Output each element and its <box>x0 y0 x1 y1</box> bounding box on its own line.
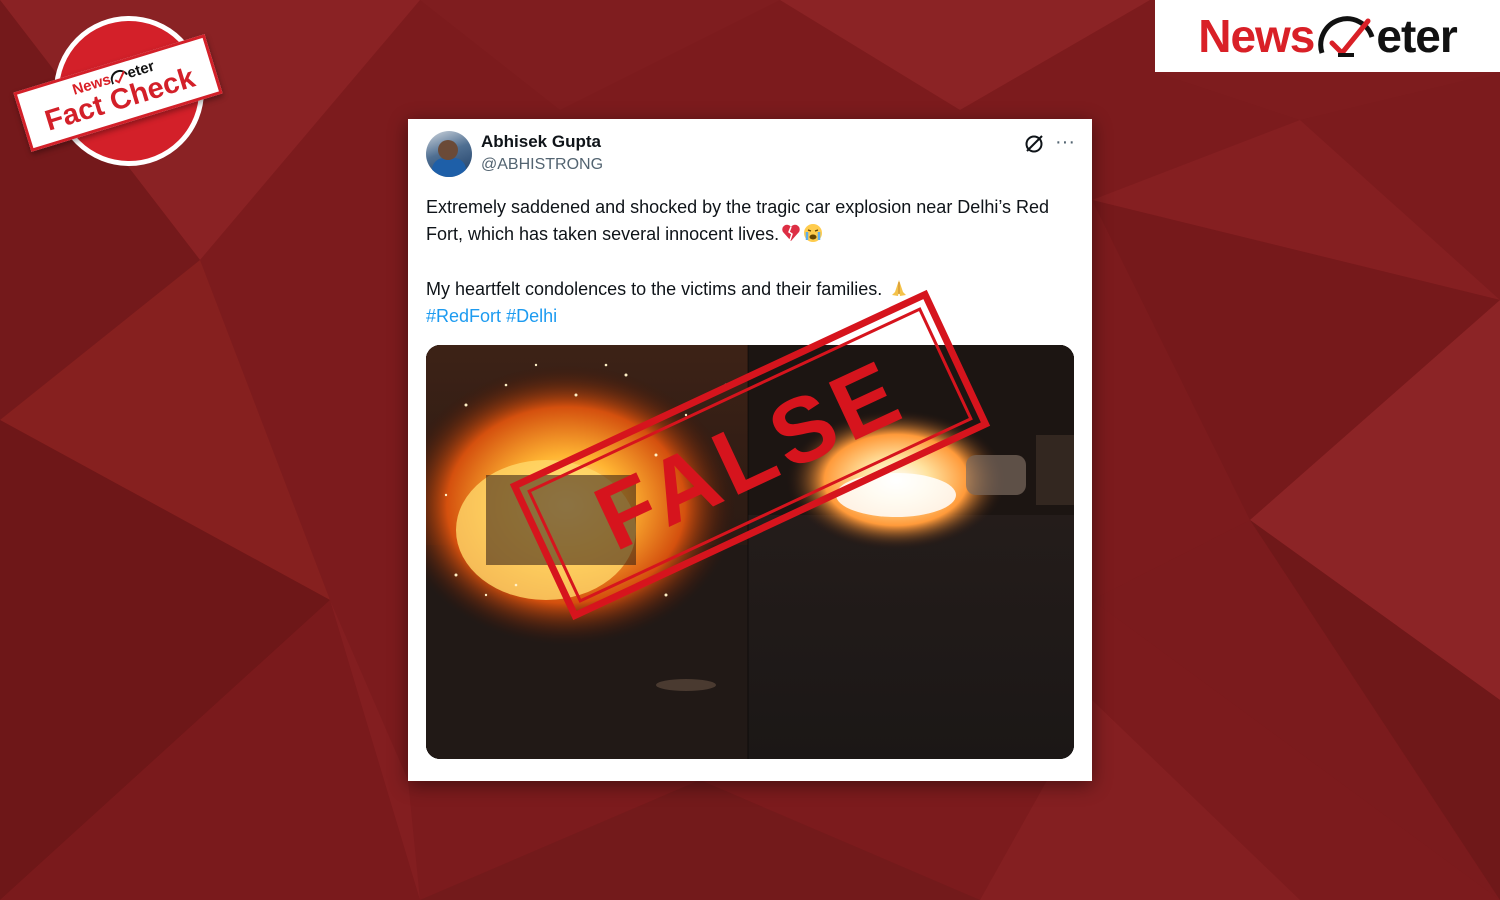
logo-meter-text: eter <box>1376 10 1457 62</box>
grok-icon[interactable] <box>1023 133 1045 155</box>
tweet-line-2: My heartfelt condolences to the victims … <box>426 279 883 299</box>
folded-hands-emoji <box>892 280 907 296</box>
newsmeter-logo[interactable]: News eter <box>1155 0 1500 72</box>
tweet-paragraph-2: My heartfelt condolences to the victims … <box>426 276 1066 303</box>
crying-face-emoji <box>804 224 823 242</box>
more-icon[interactable]: ··· <box>1053 131 1077 155</box>
avatar[interactable] <box>426 131 472 177</box>
author-handle[interactable]: @ABHISTRONG <box>481 156 603 174</box>
avatar-body <box>432 158 466 177</box>
meter-icon <box>1318 16 1375 57</box>
avatar-head <box>438 140 458 160</box>
tweet-line-1: Extremely saddened and shocked by the tr… <box>426 197 1050 244</box>
author-name[interactable]: Abhisek Gupta <box>481 132 601 152</box>
broken-heart-emoji <box>782 224 800 241</box>
hashtag-delhi[interactable]: #Delhi <box>506 306 557 326</box>
tweet-paragraph-1: Extremely saddened and shocked by the tr… <box>426 194 1066 248</box>
hashtag-redfort[interactable]: #RedFort <box>426 306 501 326</box>
logo-news-text: News <box>1198 10 1315 62</box>
fact-check-badge: News eter Fact Check <box>13 12 223 172</box>
tweet-text: Extremely saddened and shocked by the tr… <box>426 194 1066 330</box>
tweet-hashtags: #RedFort #Delhi <box>426 303 1066 330</box>
